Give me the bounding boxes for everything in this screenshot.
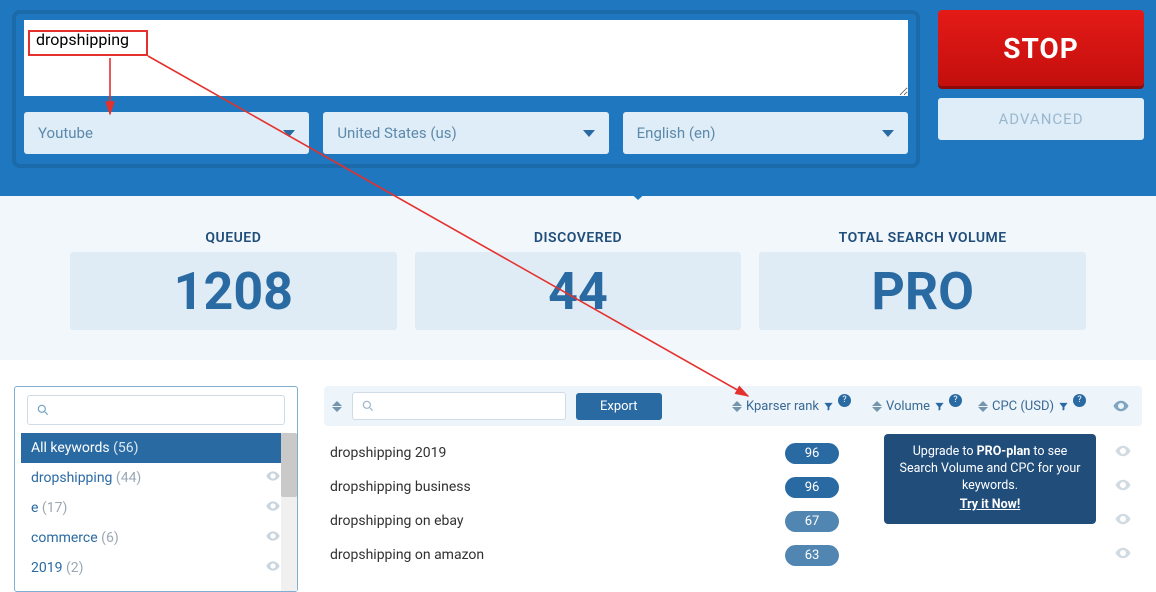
platform-select-label: Youtube [38,124,93,142]
chevron-down-icon [583,130,595,137]
rank-badge: 67 [785,511,840,532]
search-icon [36,403,50,417]
column-kparser-rank[interactable]: Kparser rank ? [732,399,862,414]
help-icon[interactable]: ? [838,394,851,407]
try-it-now-link[interactable]: Try it Now! [896,497,1084,514]
table-row[interactable]: dropshipping on amazon 63 [324,538,1142,572]
eye-icon[interactable] [1110,510,1136,532]
eye-icon[interactable] [265,498,281,518]
eye-icon[interactable] [1110,476,1136,498]
chevron-down-icon [283,130,295,137]
sidebar-item-name: All keywords [31,440,110,456]
sidebar-item-count: (17) [42,500,67,516]
sort-caret-icon [872,401,882,412]
eye-icon[interactable] [265,558,281,578]
sidebar-scrollbar[interactable] [281,433,297,591]
column-cpc[interactable]: CPC (USD) ? [978,399,1098,414]
rank-badge: 63 [785,545,840,566]
search-icon [361,399,375,413]
rank-badge: 96 [785,443,840,464]
platform-select[interactable]: Youtube [24,112,309,154]
stat-queued-label: QUEUED [70,230,397,246]
sidebar-item-count: (6) [101,530,119,546]
sidebar-item-e[interactable]: e (17) [21,493,291,523]
results-search-input[interactable] [381,399,557,414]
sidebar-search-input[interactable] [56,403,276,418]
scrollbar-thumb[interactable] [281,433,297,497]
chevron-down-icon [882,130,894,137]
keyword-sidebar: All keywords (56)dropshipping (44)e (17)… [14,386,298,592]
sidebar-item-name: dropshipping [31,470,112,486]
sidebar-item-dropshipping[interactable]: dropshipping (44) [21,463,291,493]
help-icon[interactable]: ? [1073,394,1086,407]
eye-icon[interactable] [265,528,281,548]
sidebar-item-name: 2019 [31,560,62,576]
help-icon[interactable]: ? [949,394,962,407]
stat-queued-value: 1208 [70,252,397,330]
keyword-cell: dropshipping on amazon [330,547,746,563]
sort-caret-icon[interactable] [332,401,342,412]
sidebar-item-count: (2) [66,560,84,576]
sort-caret-icon [732,401,742,412]
query-input[interactable] [24,20,908,96]
filter-icon[interactable] [1058,401,1069,412]
eye-icon [1112,397,1130,415]
eye-icon[interactable] [1110,544,1136,566]
sidebar-item-count: (56) [113,440,138,456]
sidebar-item-count: (44) [116,470,141,486]
keyword-cell: dropshipping 2019 [330,445,746,461]
advanced-button[interactable]: ADVANCED [938,98,1144,140]
export-button[interactable]: Export [576,393,662,420]
keyword-cell: dropshipping on ebay [330,513,746,529]
rank-badge: 96 [785,477,840,498]
filter-icon[interactable] [823,401,834,412]
eye-icon[interactable] [1110,442,1136,464]
column-visibility[interactable] [1108,397,1134,415]
upgrade-callout: Upgrade to PRO-plan to see Search Volume… [884,434,1096,524]
pointer-nib-icon [616,180,660,200]
filter-icon[interactable] [934,401,945,412]
country-select[interactable]: United States (us) [323,112,608,154]
stat-volume-label: TOTAL SEARCH VOLUME [759,230,1086,246]
sort-caret-icon [978,401,988,412]
sidebar-item-name: e [31,500,38,516]
keyword-cell: dropshipping business [330,479,746,495]
sidebar-item-all-keywords[interactable]: All keywords (56) [21,433,291,463]
sidebar-item-commerce[interactable]: commerce (6) [21,523,291,553]
column-volume[interactable]: Volume ? [872,399,968,414]
language-select-label: English (en) [637,124,716,142]
sidebar-search[interactable] [27,395,285,425]
stat-volume-value: PRO [759,252,1086,330]
sidebar-item-2019[interactable]: 2019 (2) [21,553,291,583]
stop-button[interactable]: STOP [938,10,1144,86]
results-search[interactable] [352,392,566,420]
stat-discovered-value: 44 [415,252,742,330]
stat-discovered-label: DISCOVERED [415,230,742,246]
eye-icon[interactable] [265,468,281,488]
language-select[interactable]: English (en) [623,112,908,154]
sidebar-item-name: commerce [31,530,98,546]
country-select-label: United States (us) [337,124,456,142]
